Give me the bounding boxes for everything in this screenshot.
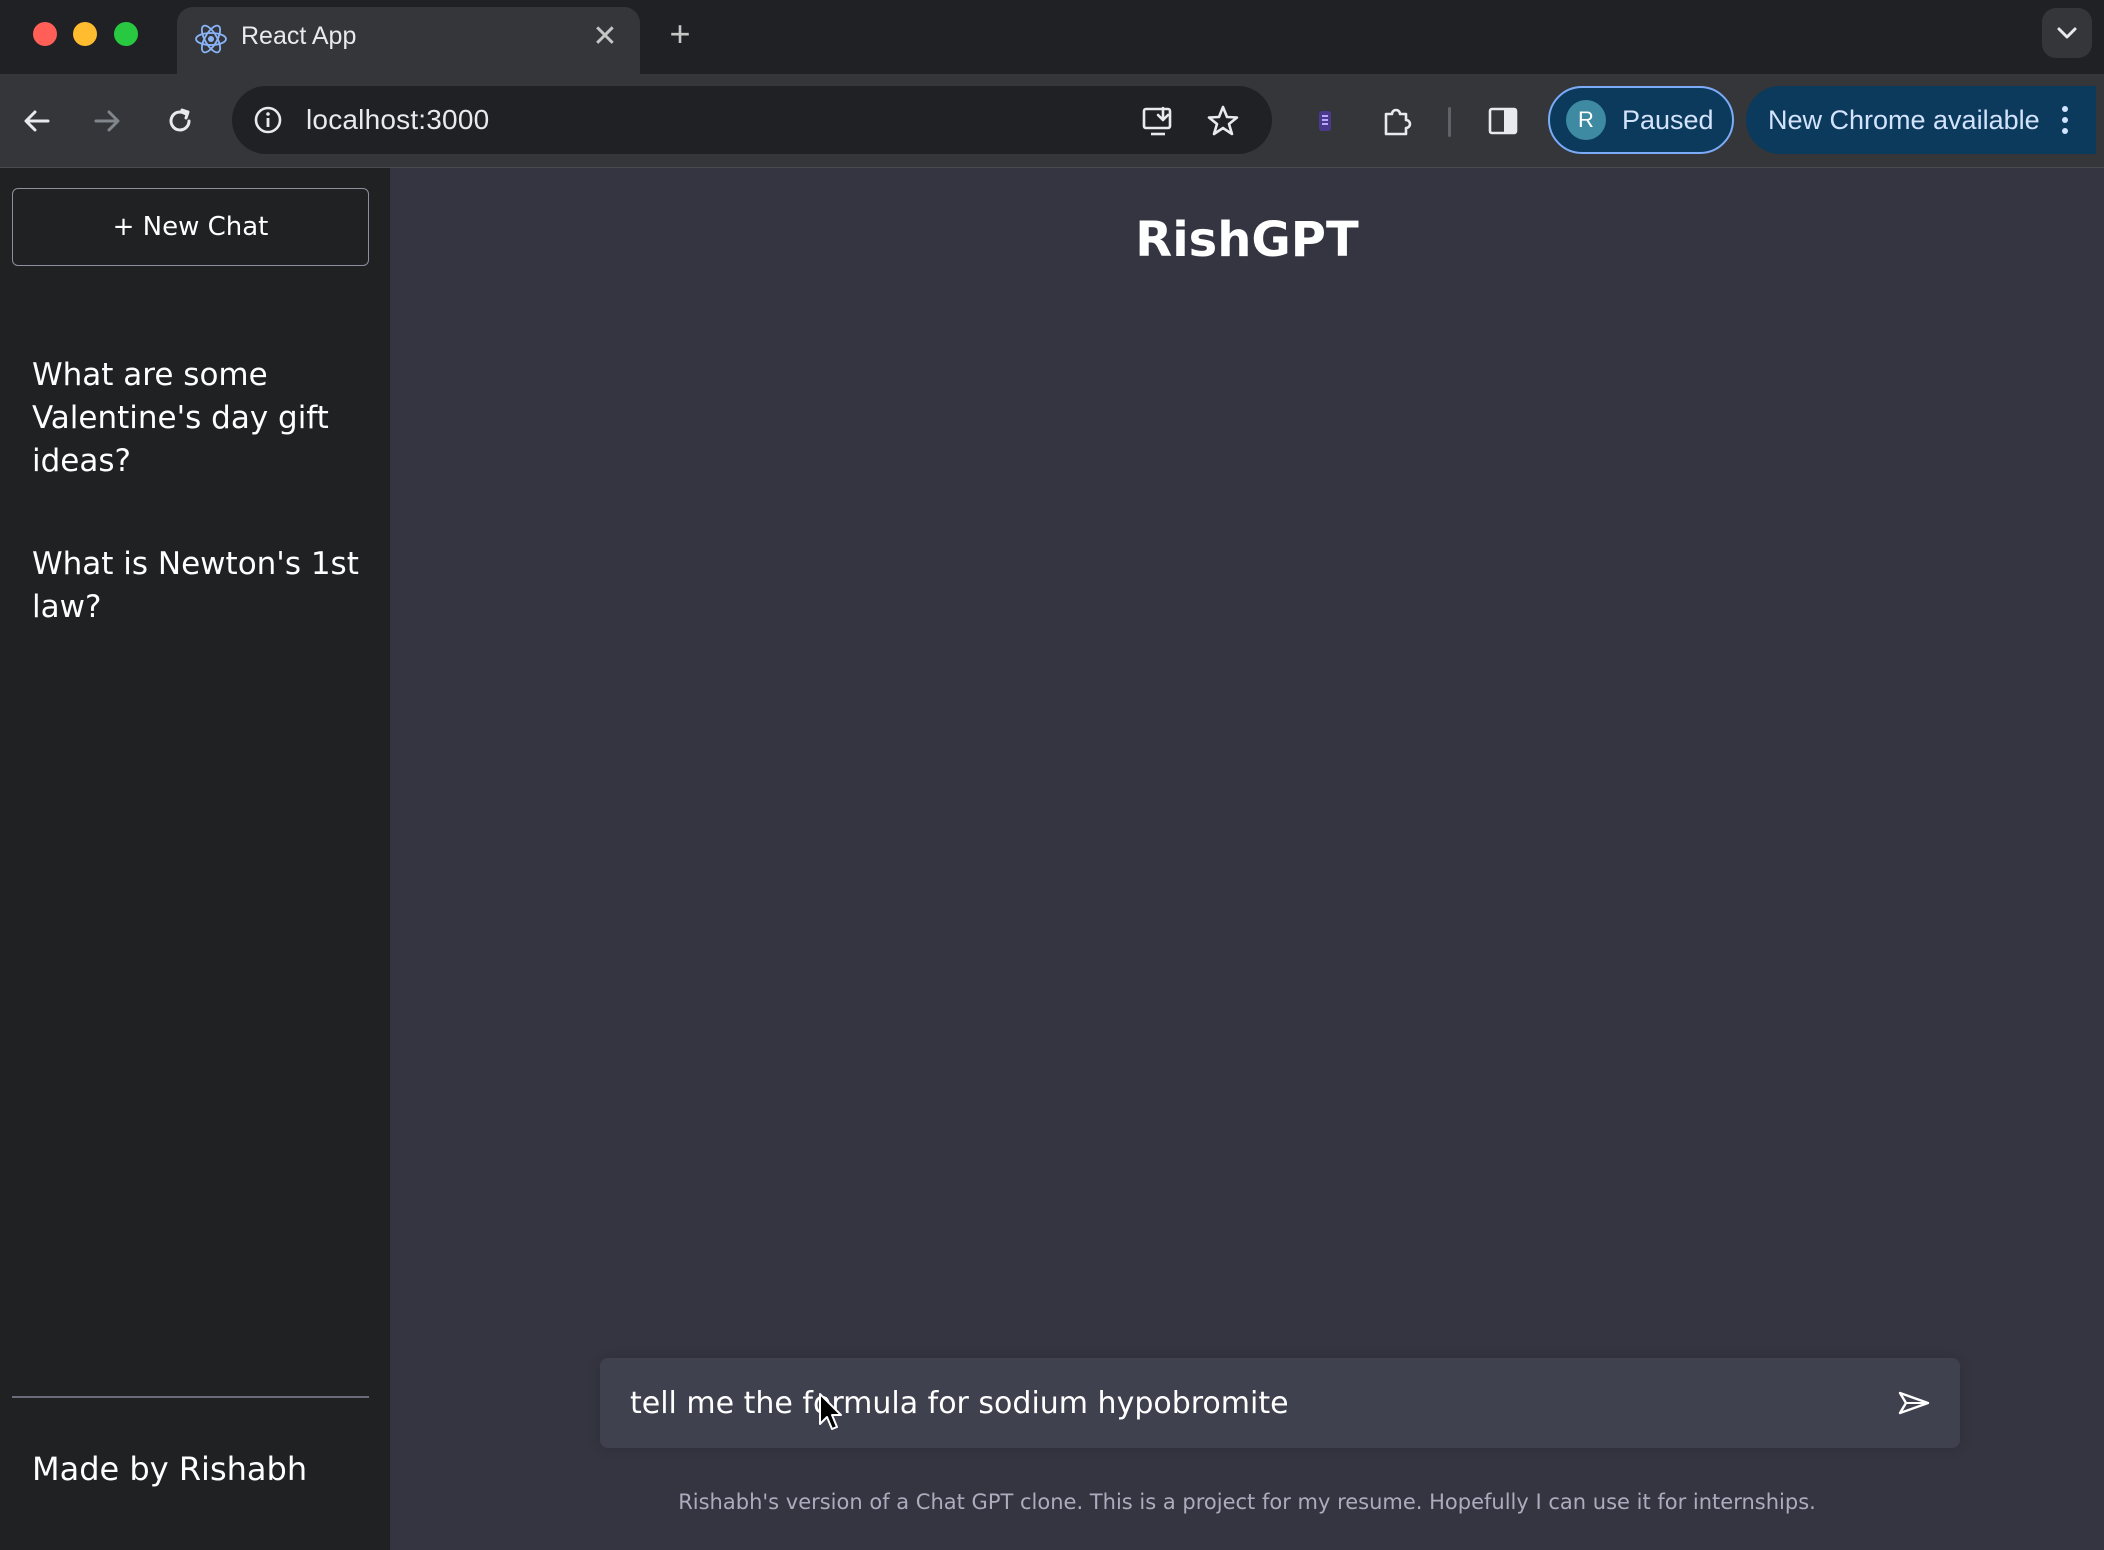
toolbar-separator [1448,107,1451,137]
chat-input[interactable] [600,1358,1880,1448]
history-item[interactable]: What is Newton's 1st law? [32,543,362,629]
new-chat-button[interactable]: + New Chat [12,188,369,266]
avatar: R [1566,100,1606,140]
footer-note: Rishabh's version of a Chat GPT clone. T… [678,1490,1816,1514]
window-minimize-button[interactable] [73,22,97,46]
tab-title: React App [241,22,357,50]
close-icon[interactable]: ✕ [588,20,622,54]
profile-status-label: Paused [1622,104,1714,135]
mouse-cursor-icon [819,1393,842,1430]
extension-app-icon[interactable] [1302,98,1348,144]
puzzle-icon[interactable] [1374,98,1420,144]
page-title: RishGPT [1135,212,1359,268]
arrow-left-icon[interactable] [14,98,60,144]
chevron-down-icon[interactable] [2042,8,2092,58]
chat-history-list: What are some Valentine's day gift ideas… [32,354,362,689]
browser-toolbar: localhost:3000 R Paused New Chrome avail… [0,74,2104,168]
sidebar: + New Chat What are some Valentine's day… [0,168,390,1550]
profile-button[interactable]: R Paused [1548,86,1734,154]
address-bar[interactable]: localhost:3000 [232,86,1272,154]
window-close-button[interactable] [33,22,57,46]
plus-icon[interactable]: + [660,14,700,54]
star-icon[interactable] [1204,102,1242,140]
chat-main: RishGPT Rishabh's version of a Chat GPT … [390,168,2104,1550]
react-logo-icon [193,21,229,57]
info-icon[interactable] [250,102,286,138]
window-zoom-button[interactable] [114,22,138,46]
side-panel-icon[interactable] [1480,98,1526,144]
update-label: New Chrome available [1768,104,2040,135]
browser-tab[interactable]: React App ✕ [177,7,640,74]
url-text: localhost:3000 [306,104,490,135]
kebab-menu-icon[interactable] [2050,102,2080,138]
chat-input-container [600,1358,1960,1448]
browser-tab-strip: React App ✕ + [0,0,2104,74]
arrow-right-icon[interactable] [84,98,130,144]
chrome-update-button[interactable]: New Chrome available [1746,86,2096,154]
sidebar-footer: Made by Rishabh [32,1450,308,1488]
sidebar-divider [12,1396,369,1398]
history-item[interactable]: What are some Valentine's day gift ideas… [32,354,362,483]
reload-icon[interactable] [157,98,203,144]
install-app-icon[interactable] [1139,102,1177,140]
app-root: + New Chat What are some Valentine's day… [0,168,2104,1550]
send-arrow-icon[interactable] [1894,1384,1934,1422]
